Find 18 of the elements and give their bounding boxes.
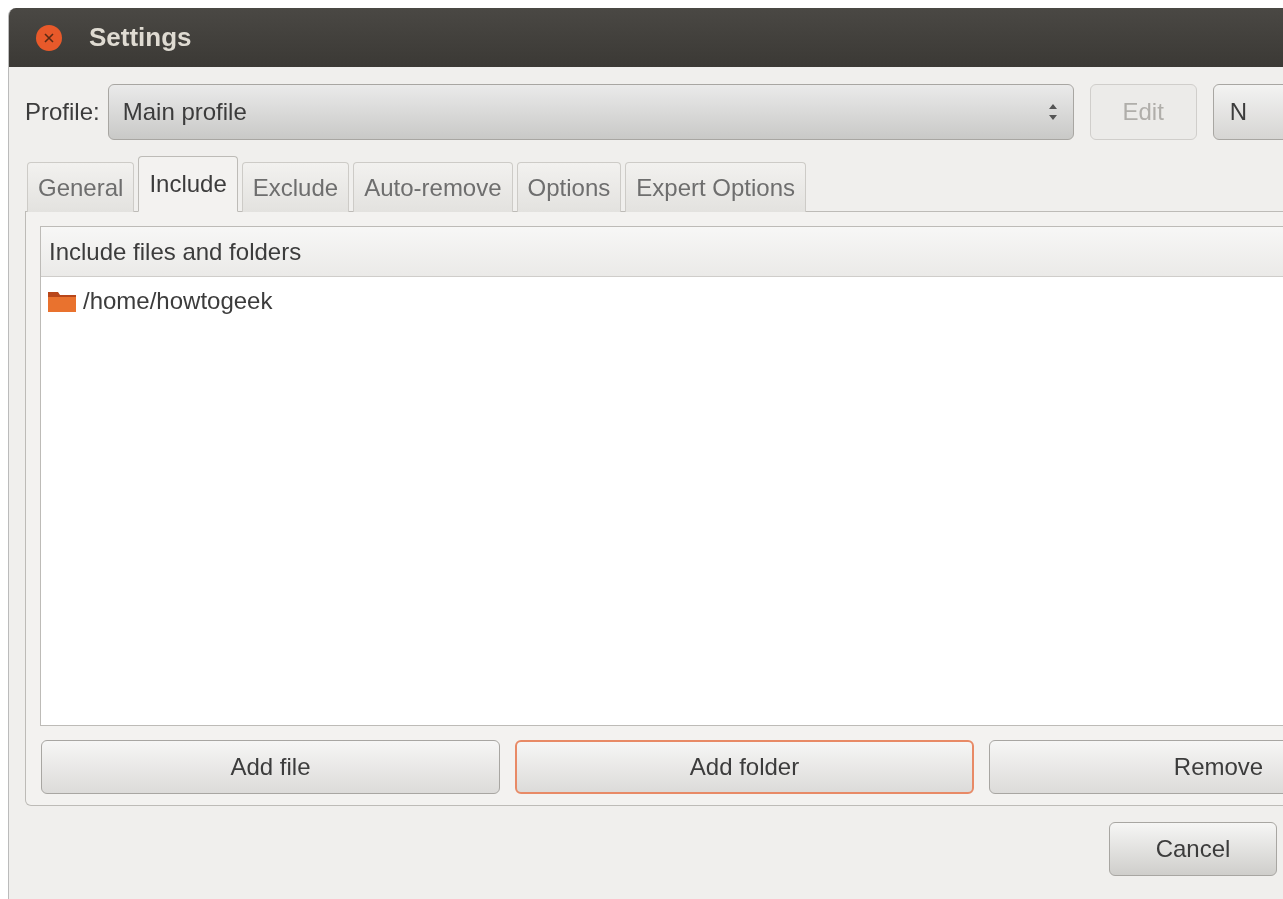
tab[interactable]: Options	[516, 162, 622, 212]
list-button[interactable]: Remove	[989, 740, 1283, 794]
tab[interactable]: Include	[138, 156, 238, 212]
tab[interactable]: Exclude	[241, 162, 350, 212]
profile-button[interactable]: N	[1212, 84, 1283, 140]
column-header[interactable]: Include files and folders	[41, 227, 1283, 277]
profile-dropdown[interactable]: Main profile	[107, 84, 1074, 140]
list-button[interactable]: Add file	[41, 740, 500, 794]
folder-path[interactable]: /home/howtogeek	[83, 287, 273, 315]
window-title: Settings	[89, 22, 192, 53]
cancel-button[interactable]: Cancel	[1109, 822, 1277, 876]
profile-label: Profile:	[25, 98, 100, 126]
close-icon[interactable]	[35, 23, 63, 52]
tab[interactable]: General	[27, 162, 135, 212]
tab[interactable]: Expert Options	[625, 162, 807, 212]
list-button[interactable]: Add folder	[515, 740, 974, 794]
tab[interactable]: Auto-remove	[353, 162, 513, 212]
folder-icon	[47, 289, 77, 313]
